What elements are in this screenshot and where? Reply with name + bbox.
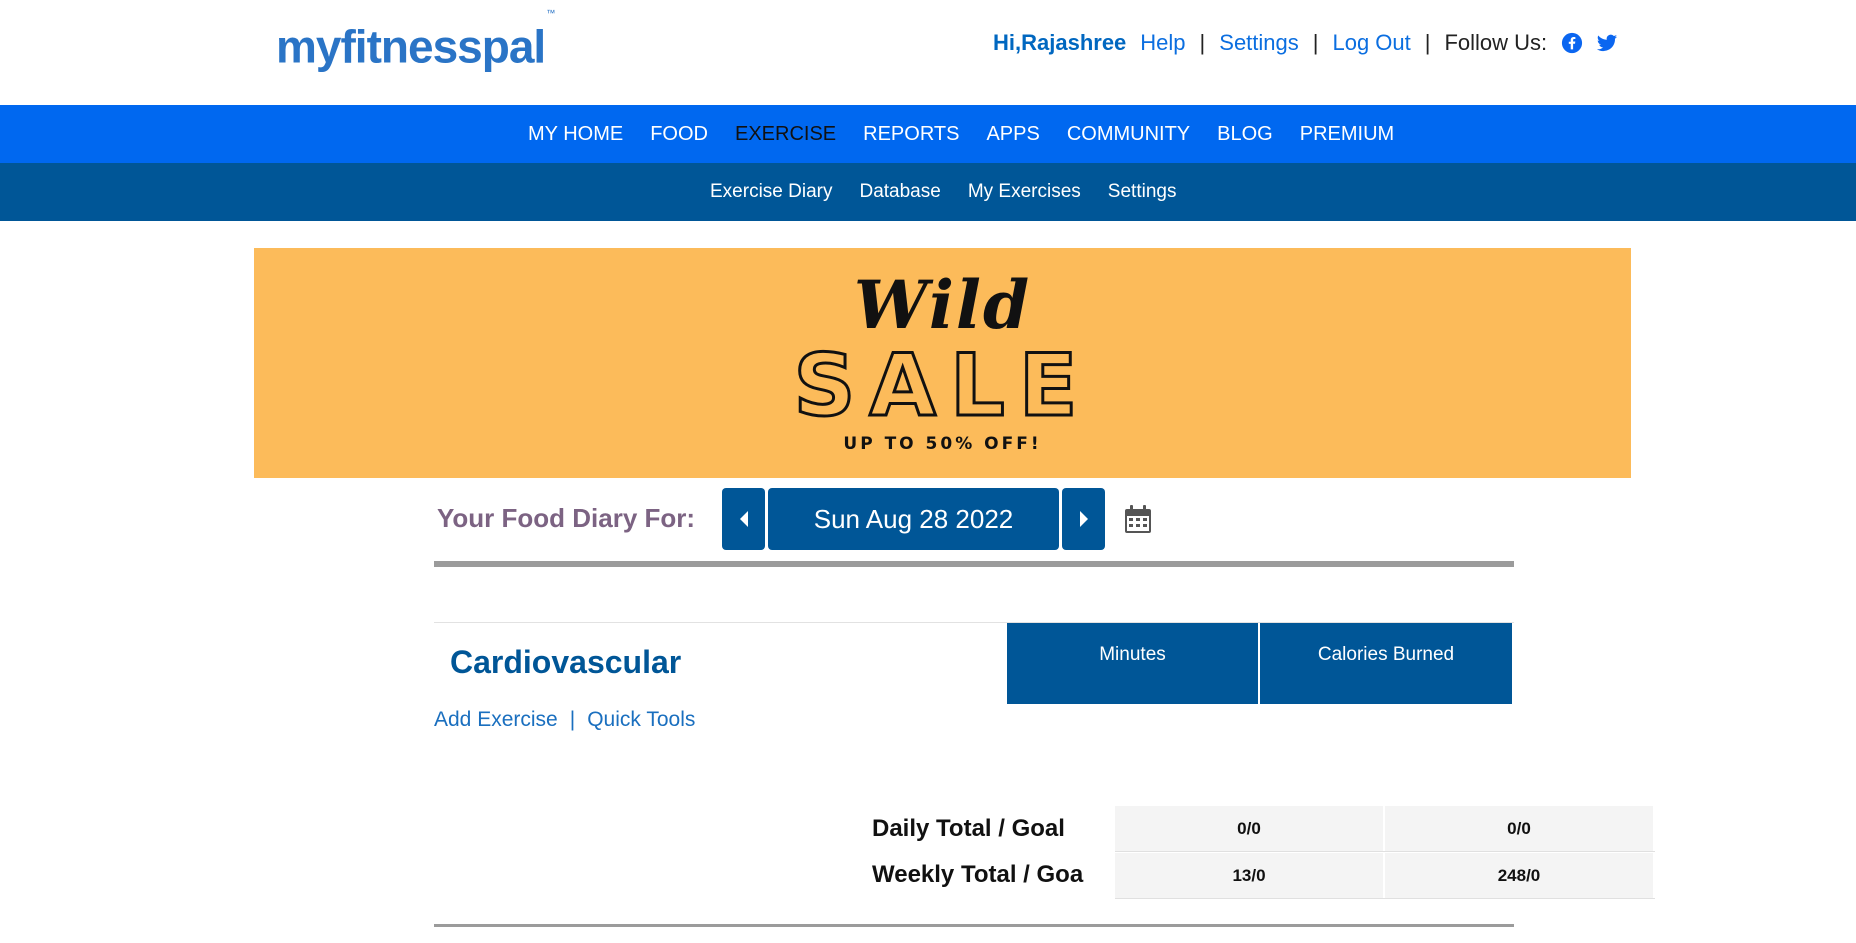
sub-nav: Exercise Diary Database My Exercises Set… (0, 163, 1856, 221)
nav-food[interactable]: FOOD (650, 123, 708, 146)
subnav-exercise-diary[interactable]: Exercise Diary (710, 181, 832, 203)
divider (434, 924, 1514, 927)
column-header-calories-burned: Calories Burned (1260, 623, 1512, 704)
add-exercise-link[interactable]: Add Exercise (434, 708, 558, 731)
divider (1115, 898, 1655, 899)
help-link[interactable]: Help (1140, 30, 1185, 56)
daily-total-label: Daily Total / Goal (872, 815, 1065, 842)
logo-trademark: ™ (546, 8, 555, 18)
diary-date-label: Your Food Diary For: (437, 503, 696, 533)
top-user-nav: Hi,Rajashree Help | Settings | Log Out |… (993, 28, 1631, 58)
settings-link[interactable]: Settings (1219, 30, 1299, 56)
logout-link[interactable]: Log Out (1332, 30, 1410, 56)
section-links: Add Exercise | Quick Tools (434, 708, 695, 732)
nav-apps[interactable]: APPS (986, 123, 1039, 146)
divider (434, 561, 1514, 567)
separator: | (1312, 30, 1319, 55)
banner-discount-text: UP TO 50% OFF! (843, 434, 1042, 454)
nav-blog[interactable]: BLOG (1217, 123, 1273, 146)
follow-us-label: Follow Us: (1444, 30, 1548, 55)
separator: | (569, 708, 576, 731)
sale-banner[interactable]: Wild SALE UP TO 50% OFF! (254, 248, 1631, 478)
main-nav: MY HOME FOOD EXERCISE REPORTS APPS COMMU… (0, 105, 1856, 163)
next-date-button[interactable] (1062, 488, 1105, 550)
quick-tools-link[interactable]: Quick Tools (587, 708, 695, 731)
logo-text: myfitnesspal (276, 20, 546, 73)
section-title-cardiovascular: Cardiovascular (450, 644, 682, 680)
twitter-icon[interactable] (1596, 32, 1618, 54)
separator: | (1424, 30, 1431, 55)
separator: | (1199, 30, 1206, 55)
logo[interactable]: myfitnesspal™ (276, 8, 555, 73)
column-header-minutes: Minutes (1007, 623, 1258, 704)
nav-exercise[interactable]: EXERCISE (735, 123, 836, 146)
subnav-database[interactable]: Database (859, 181, 940, 203)
weekly-calories-value: 248/0 (1385, 853, 1653, 898)
nav-reports[interactable]: REPORTS (863, 123, 959, 146)
banner-sale-text: SALE (792, 335, 1092, 438)
calendar-icon[interactable] (1122, 503, 1154, 535)
banner-wild-text: Wild (853, 266, 1032, 344)
weekly-total-label: Weekly Total / Goa (872, 861, 1084, 888)
daily-minutes-value: 0/0 (1115, 806, 1383, 851)
subnav-settings[interactable]: Settings (1108, 181, 1177, 203)
diary-date-display[interactable]: Sun Aug 28 2022 (768, 488, 1059, 550)
facebook-icon[interactable] (1561, 32, 1583, 54)
user-greeting[interactable]: Hi,Rajashree (993, 30, 1126, 56)
nav-my-home[interactable]: MY HOME (528, 123, 623, 146)
prev-date-button[interactable] (722, 488, 765, 550)
caret-left-icon (739, 511, 748, 527)
caret-right-icon (1079, 511, 1088, 527)
subnav-my-exercises[interactable]: My Exercises (968, 181, 1081, 203)
nav-premium[interactable]: PREMIUM (1300, 123, 1394, 146)
divider (1115, 851, 1655, 852)
nav-community[interactable]: COMMUNITY (1067, 123, 1190, 146)
daily-calories-value: 0/0 (1385, 806, 1653, 851)
weekly-minutes-value: 13/0 (1115, 853, 1383, 898)
